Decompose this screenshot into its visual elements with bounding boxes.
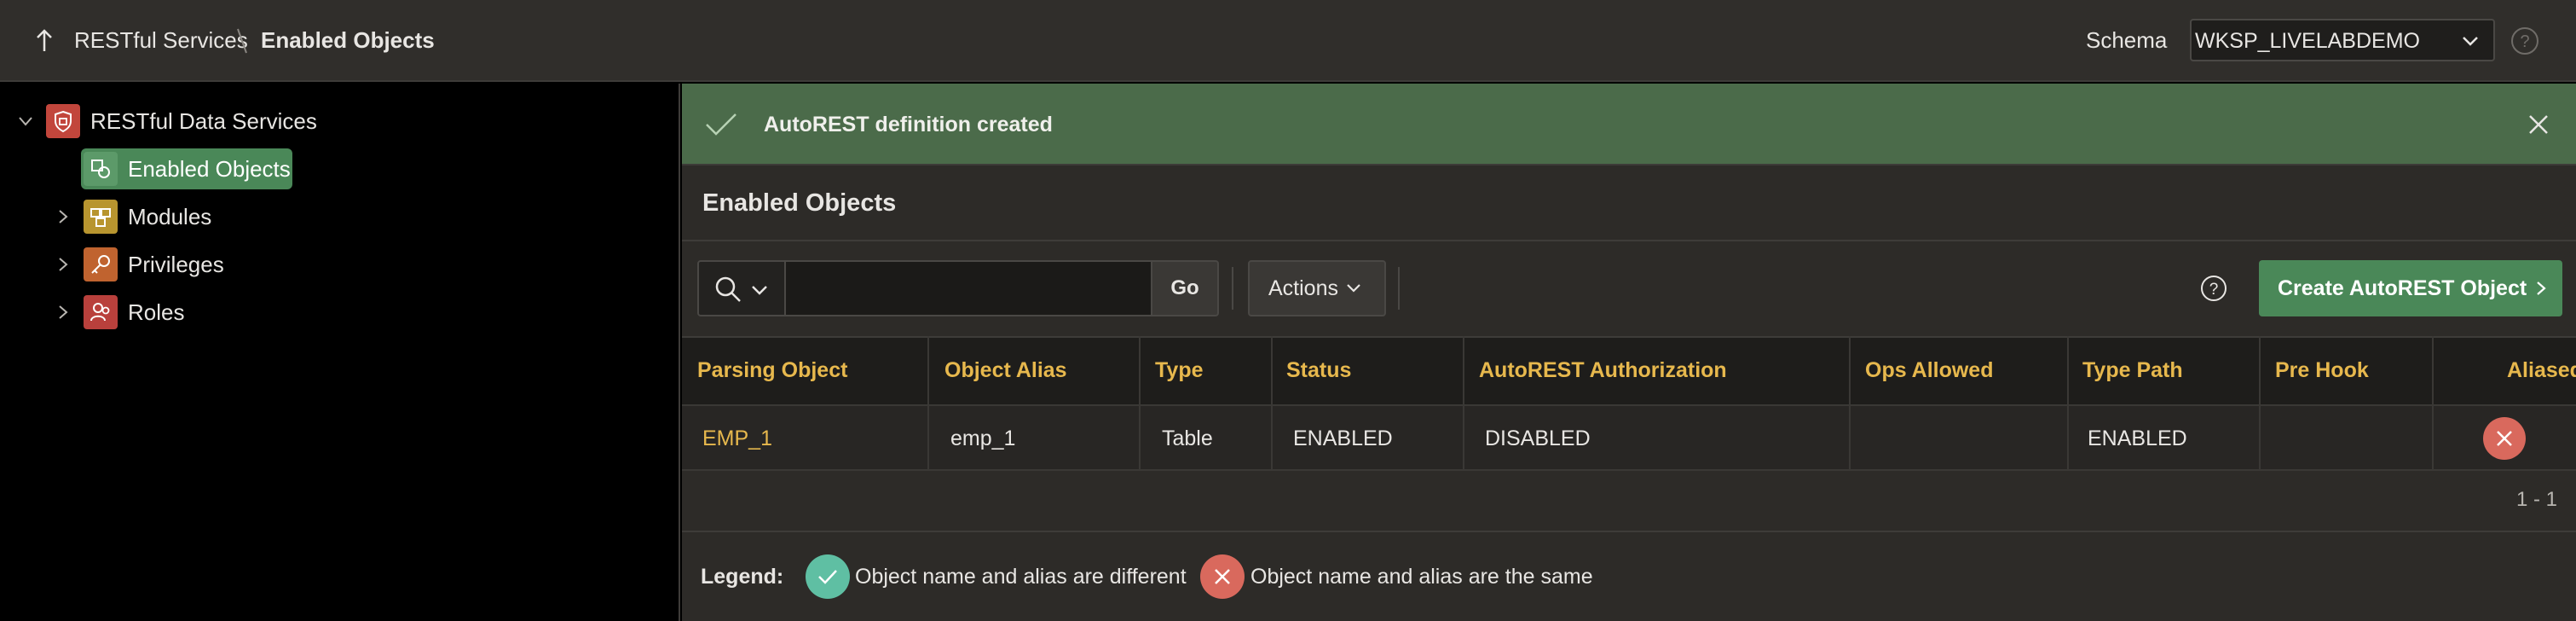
schema-select[interactable]: WKSP_LIVELABDEMO [2190, 19, 2495, 61]
actions-menu-button[interactable]: Actions [1248, 260, 1386, 316]
search-column-button[interactable] [697, 260, 786, 316]
table-row: EMP_1 emp_1 Table ENABLED DISABLED ENABL… [682, 404, 2576, 471]
tree-item-privileges[interactable]: Privileges [84, 247, 224, 281]
legend-different-text: Object name and alias are different [855, 565, 1187, 589]
legend-same-text: Object name and alias are the same [1250, 565, 1593, 589]
toolbar-separator [1232, 267, 1233, 310]
column-divider [1139, 336, 1141, 471]
pagination-text: 1 - 1 [2515, 488, 2557, 511]
navigation-tree: RESTful Data Services Enabled Objects Mo… [0, 84, 680, 621]
cell-authorization: DISABLED [1485, 427, 1591, 450]
enabled-objects-icon [84, 152, 118, 186]
actions-label: Actions [1268, 276, 1338, 300]
success-alert: AutoREST definition created [682, 84, 2576, 165]
column-header-pre-hook[interactable]: Pre Hook [2275, 358, 2369, 383]
chevron-right-icon [2537, 281, 2546, 295]
close-icon[interactable] [2527, 113, 2550, 136]
top-bar: RESTful Services Enabled Objects Schema … [0, 0, 2576, 82]
chevron-down-icon [2463, 37, 2478, 46]
key-icon [84, 247, 118, 281]
up-arrow-icon[interactable] [31, 24, 58, 58]
cell-type: Table [1162, 427, 1213, 450]
x-circle-icon [1200, 554, 1245, 599]
tree-item-label: Roles [128, 299, 185, 325]
column-divider [1271, 336, 1273, 471]
svg-text:?: ? [2520, 32, 2529, 51]
tree-root-label: RESTful Data Services [90, 107, 317, 134]
modules-icon [84, 200, 118, 234]
column-divider [2432, 336, 2434, 471]
go-button[interactable]: Go [1151, 260, 1219, 316]
cell-status: ENABLED [1293, 427, 1393, 450]
breadcrumb-current: Enabled Objects [261, 27, 435, 53]
toolbar-separator [1398, 267, 1400, 310]
svg-text:?: ? [2209, 281, 2219, 299]
tree-item-label: Privileges [128, 251, 224, 277]
legend-title: Legend: [701, 565, 784, 589]
cell-parsing-object-link[interactable]: EMP_1 [702, 427, 772, 451]
tree-item-modules[interactable]: Modules [84, 200, 211, 234]
column-header-status[interactable]: Status [1286, 358, 1351, 383]
check-icon [706, 113, 736, 136]
restful-services-icon [46, 104, 80, 138]
column-divider [1849, 336, 1851, 471]
table-header: Parsing Object Object Alias Type Status … [682, 336, 2576, 404]
tree-root[interactable]: RESTful Data Services [46, 104, 317, 138]
region-title: Enabled Objects [702, 189, 897, 217]
column-header-ops-allowed[interactable]: Ops Allowed [1865, 358, 1993, 383]
search-icon [715, 276, 741, 302]
column-header-type[interactable]: Type [1155, 358, 1204, 383]
alert-message: AutoREST definition created [764, 113, 1053, 136]
search-input[interactable] [784, 260, 1152, 316]
column-divider [1463, 336, 1464, 471]
tree-item-roles[interactable]: Roles [84, 295, 184, 329]
chevron-right-icon[interactable] [53, 206, 73, 227]
breadcrumb-separator-icon [237, 28, 247, 54]
main-panel: AutoREST definition created Enabled Obje… [682, 84, 2576, 621]
schema-select-value: WKSP_LIVELABDEMO [2195, 29, 2420, 53]
help-icon[interactable]: ? [2510, 26, 2540, 56]
chevron-down-icon [752, 286, 767, 295]
tree-item-label: Modules [128, 203, 212, 229]
column-header-parsing-object[interactable]: Parsing Object [697, 358, 847, 383]
cell-object-alias: emp_1 [950, 427, 1016, 450]
breadcrumb-restful-services[interactable]: RESTful Services [74, 27, 248, 54]
column-divider [927, 336, 929, 471]
schema-label: Schema [2086, 27, 2168, 53]
column-divider [2067, 336, 2069, 471]
aliased-same-icon [2483, 417, 2526, 460]
tree-item-label: Enabled Objects [128, 155, 291, 182]
cell-type-path: ENABLED [2088, 427, 2187, 450]
users-icon [84, 295, 118, 329]
column-header-aliased[interactable]: Aliased [2507, 358, 2576, 383]
column-header-type-path[interactable]: Type Path [2082, 358, 2183, 383]
check-circle-icon [806, 554, 850, 599]
legend: Legend: Object name and alias are differ… [682, 532, 2576, 621]
column-divider [2259, 336, 2261, 471]
chevron-down-icon [1347, 284, 1360, 293]
chevron-right-icon[interactable] [53, 302, 73, 322]
column-header-object-alias[interactable]: Object Alias [944, 358, 1067, 383]
chevron-right-icon[interactable] [53, 254, 73, 275]
report-toolbar: Go Actions ? Create AutoREST Object [682, 241, 2576, 335]
create-autorest-object-button[interactable]: Create AutoREST Object [2259, 260, 2562, 316]
tree-collapse-icon[interactable] [15, 111, 36, 131]
create-button-label: Create AutoREST Object [2278, 276, 2527, 300]
help-icon[interactable]: ? [2199, 274, 2228, 303]
column-header-autorest-authorization[interactable]: AutoREST Authorization [1479, 358, 1727, 383]
tree-item-enabled-objects[interactable]: Enabled Objects [81, 148, 292, 189]
